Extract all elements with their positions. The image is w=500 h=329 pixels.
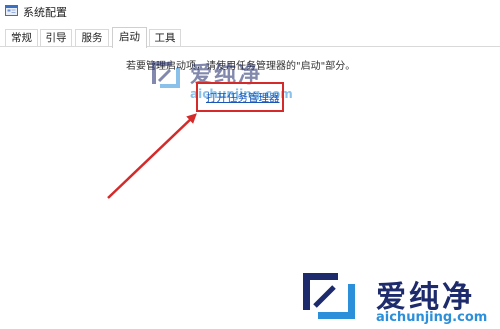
watermark-logo-icon <box>152 62 180 88</box>
watermark-logo-icon <box>303 273 355 319</box>
tab-general[interactable]: 常规 <box>5 29 38 46</box>
window-title: 系统配置 <box>23 6 67 19</box>
watermark-large: 爱纯净 aichunjing.com <box>300 268 500 329</box>
watermark-url: aichunjing.com <box>376 310 488 325</box>
system-config-icon <box>5 5 18 16</box>
tab-services[interactable]: 服务 <box>75 29 109 46</box>
tab-boot[interactable]: 引导 <box>40 29 72 46</box>
title-bar: 系统配置 <box>0 0 500 22</box>
tab-tools[interactable]: 工具 <box>149 29 181 46</box>
tab-startup[interactable]: 启动 <box>112 27 147 48</box>
annotation-highlight-box <box>196 82 284 112</box>
